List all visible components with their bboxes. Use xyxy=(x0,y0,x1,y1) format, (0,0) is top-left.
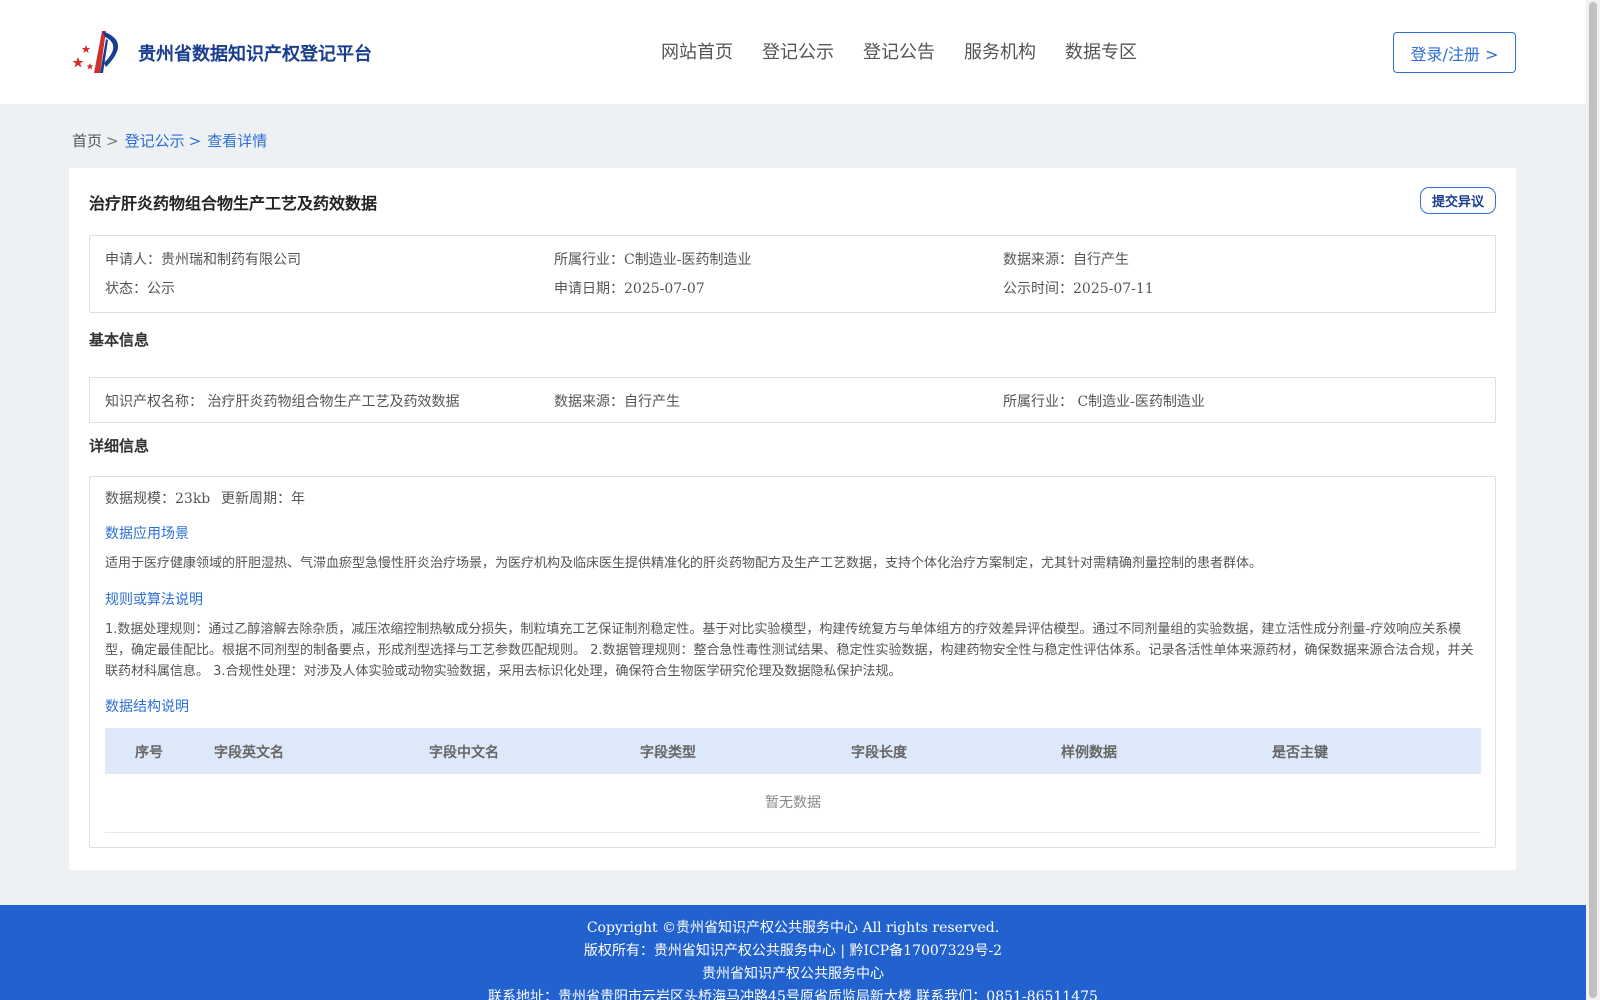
main-nav: 网站首页 登记公示 登记公告 服务机构 数据专区 xyxy=(661,38,1166,64)
status-field: 状态：公示 xyxy=(105,278,175,298)
breadcrumb-list[interactable]: 登记公示 xyxy=(125,132,185,150)
scenario-text: 适用于医疗健康领域的肝胆湿热、气滞血瘀型急慢性肝炎治疗场景，为医疗机构及临床医生… xyxy=(105,556,1263,571)
site-footer: Copyright ©贵州省知识产权公共服务中心 All rights rese… xyxy=(0,905,1586,1000)
basic-source-label: 数据来源： xyxy=(554,394,624,410)
detail-info-panel: 数据规模：23kb 更新周期：年 数据应用场景 适用于医疗健康领域的肝胆湿热、气… xyxy=(89,476,1496,848)
column-header: 序号 xyxy=(135,745,163,761)
breadcrumb-separator: > xyxy=(106,132,119,150)
scale-field: 数据规模：23kb xyxy=(105,488,210,508)
basic-info-panel: 知识产权名称： 治疗肝炎药物组合物生产工艺及药效数据 数据来源：自行产生 所属行… xyxy=(89,377,1496,423)
footer-ownership: 版权所有：贵州省知识产权公共服务中心 | 黔ICP备17007329号-2 xyxy=(583,943,1003,959)
industry-value: C制造业-医药制造业 xyxy=(624,252,752,268)
page-scrollbar[interactable] xyxy=(1586,0,1600,1000)
apply-date-value: 2025-07-07 xyxy=(624,281,705,297)
scale-label: 数据规模： xyxy=(105,491,175,507)
status-value: 公示 xyxy=(147,281,175,297)
apply-date-field: 申请日期：2025-07-07 xyxy=(554,278,705,298)
rules-text: 1.数据处理规则：通过乙醇溶解去除杂质，减压浓缩控制热敏成分损失，制粒填充工艺保… xyxy=(105,622,1474,679)
industry-label: 所属行业： xyxy=(554,252,624,268)
column-header: 是否主键 xyxy=(1272,745,1328,761)
breadcrumb-current: 查看详情 xyxy=(207,132,268,150)
scale-value: 23kb xyxy=(175,491,211,507)
basic-info-heading: 基本信息 xyxy=(89,331,150,349)
scenario-heading: 数据应用场景 xyxy=(105,526,189,542)
site-header: 贵州省数据知识产权登记平台 网站首页 登记公示 登记公告 服务机构 数据专区 登… xyxy=(0,0,1586,104)
column-header: 字段类型 xyxy=(640,745,696,761)
table-empty-state: 暂无数据 xyxy=(105,774,1481,833)
source-field: 数据来源：自行产生 xyxy=(1003,249,1129,269)
login-register-button[interactable]: 登录/注册 > xyxy=(1393,32,1516,73)
status-label: 状态： xyxy=(105,281,147,297)
site-name: 贵州省数据知识产权登记平台 xyxy=(138,44,372,65)
structure-table-header: 序号 字段英文名 字段中文名 字段类型 字段长度 样例数据 是否主键 xyxy=(105,728,1481,774)
footer-copyright: Copyright ©贵州省知识产权公共服务中心 All rights rese… xyxy=(586,920,1000,936)
applicant-label: 申请人： xyxy=(105,252,161,268)
update-cycle-label: 更新周期： xyxy=(221,491,291,507)
nav-item-data-zone[interactable]: 数据专区 xyxy=(1065,38,1137,64)
industry-field: 所属行业：C制造业-医药制造业 xyxy=(554,249,751,269)
site-logo[interactable]: 贵州省数据知识产权登记平台 xyxy=(72,27,372,79)
breadcrumb-separator: > xyxy=(188,132,202,150)
breadcrumb-home[interactable]: 首页 xyxy=(72,132,102,150)
nav-item-home[interactable]: 网站首页 xyxy=(661,38,733,64)
detail-card: 治疗肝炎药物组合物生产工艺及药效数据 提交异议 申请人：贵州瑞和制药有限公司 所… xyxy=(69,168,1516,870)
ip-name-value: 治疗肝炎药物组合物生产工艺及药效数据 xyxy=(207,394,460,410)
basic-source-field: 数据来源：自行产生 xyxy=(554,391,680,411)
apply-date-label: 申请日期： xyxy=(554,281,624,297)
page-title: 治疗肝炎药物组合物生产工艺及药效数据 xyxy=(89,194,378,213)
breadcrumb: 首页 > 登记公示 > 查看详情 xyxy=(72,130,267,151)
rules-heading: 规则或算法说明 xyxy=(105,592,203,608)
logo-emblem-icon xyxy=(72,31,119,73)
detail-info-heading: 详细信息 xyxy=(89,437,150,455)
submit-objection-button[interactable]: 提交异议 xyxy=(1420,187,1496,214)
column-header: 字段英文名 xyxy=(214,745,284,761)
column-header: 样例数据 xyxy=(1061,745,1117,761)
footer-organization: 贵州省知识产权公共服务中心 xyxy=(702,966,884,982)
column-header: 字段长度 xyxy=(851,745,907,761)
summary-panel: 申请人：贵州瑞和制药有限公司 所属行业：C制造业-医药制造业 数据来源：自行产生… xyxy=(89,235,1496,313)
publish-date-label: 公示时间： xyxy=(1003,281,1073,297)
structure-heading: 数据结构说明 xyxy=(105,699,189,715)
basic-industry-field: 所属行业： C制造业-医药制造业 xyxy=(1003,391,1205,411)
publish-date-field: 公示时间：2025-07-11 xyxy=(1003,278,1154,298)
basic-industry-value: C制造业-医药制造业 xyxy=(1077,394,1205,410)
source-label: 数据来源： xyxy=(1003,252,1073,268)
basic-source-value: 自行产生 xyxy=(624,394,680,410)
scrollbar-thumb[interactable] xyxy=(1589,2,1597,998)
nav-item-service-agencies[interactable]: 服务机构 xyxy=(964,38,1036,64)
update-cycle-field: 更新周期：年 xyxy=(221,488,305,508)
update-cycle-value: 年 xyxy=(291,491,305,507)
publish-date-value: 2025-07-11 xyxy=(1073,281,1154,297)
source-value: 自行产生 xyxy=(1073,252,1129,268)
applicant-value: 贵州瑞和制药有限公司 xyxy=(161,252,301,268)
basic-industry-label: 所属行业： xyxy=(1003,394,1073,410)
nav-item-registration-announcement[interactable]: 登记公告 xyxy=(863,38,935,64)
column-header: 字段中文名 xyxy=(429,745,499,761)
nav-item-registration-publicity[interactable]: 登记公示 xyxy=(762,38,834,64)
applicant-field: 申请人：贵州瑞和制药有限公司 xyxy=(105,249,301,269)
ip-name-label: 知识产权名称： xyxy=(105,394,203,410)
footer-contact: 联系地址：贵州省贵阳市云岩区头桥海马冲路45号原省质监局新大楼 联系我们：085… xyxy=(488,989,1098,1000)
ip-name-field: 知识产权名称： 治疗肝炎药物组合物生产工艺及药效数据 xyxy=(105,391,459,411)
